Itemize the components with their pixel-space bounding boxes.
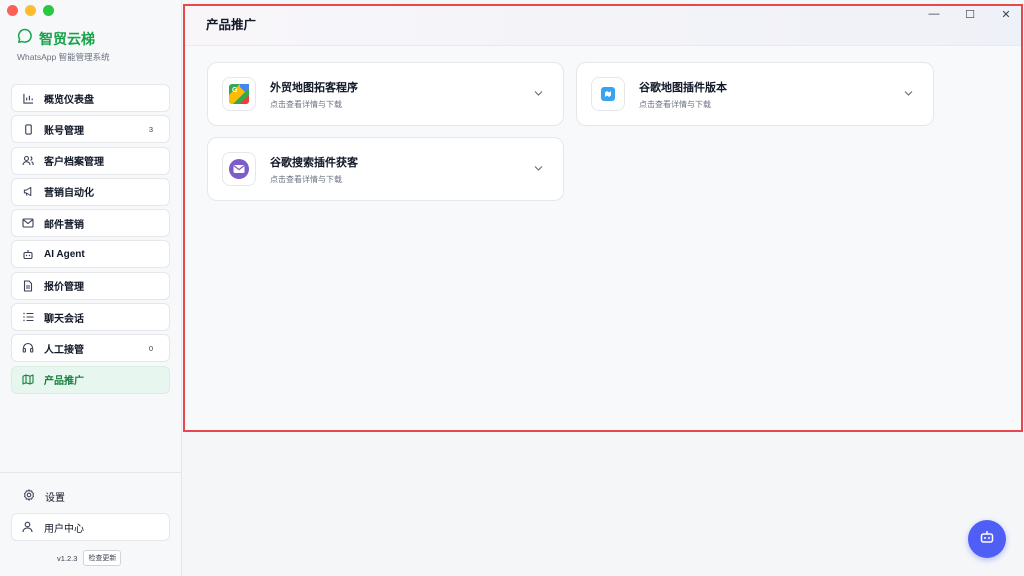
chevron-down-icon[interactable] <box>534 164 543 175</box>
card-title: 谷歌地图插件版本 <box>639 81 727 94</box>
megaphone-icon <box>22 186 34 198</box>
sidebar-item-quotes[interactable]: 报价管理 <box>11 271 170 300</box>
bot-icon <box>22 248 34 260</box>
sidebar-item-label: 报价管理 <box>44 282 84 294</box>
user-center-button[interactable]: 用户中心 <box>11 513 170 541</box>
card-description: 点击查看详情与下载 <box>270 174 342 184</box>
minimize-icon[interactable]: — <box>927 8 941 21</box>
headset-icon <box>22 342 34 354</box>
google-maps-icon: G <box>222 77 256 111</box>
settings-label: 设置 <box>45 493 65 504</box>
bot-icon <box>979 529 995 550</box>
chat-bubble-icon <box>17 28 33 49</box>
sidebar-item-label: AI Agent <box>44 248 85 260</box>
close-icon[interactable]: ✕ <box>999 8 1013 21</box>
sidebar-item-product-promotion[interactable]: 产品推广 <box>11 365 170 394</box>
sidebar-item-marketing-automation[interactable]: 营销自动化 <box>11 177 170 206</box>
sidebar-item-accounts[interactable]: 账号管理 3 <box>11 115 170 144</box>
maximize-icon[interactable]: ☐ <box>963 8 977 21</box>
sidebar-item-chat-sessions[interactable]: 聊天会话 <box>11 303 170 332</box>
ai-assistant-button[interactable] <box>968 520 1006 558</box>
sidebar-item-label: 产品推广 <box>44 376 84 388</box>
header-bar: 产品推广 — ☐ ✕ <box>185 6 1021 46</box>
sidebar-item-label: 客户档案管理 <box>44 157 104 169</box>
version-text: v1.2.3 <box>57 553 78 563</box>
sidebar-item-label: 账号管理 <box>44 125 84 137</box>
brand: 智贸云梯 <box>17 28 95 49</box>
sidebar-divider <box>0 472 182 473</box>
svg-text:G: G <box>232 87 238 94</box>
list-icon <box>22 311 34 323</box>
count-badge: 0 <box>148 343 153 353</box>
sidebar-item-dashboard[interactable]: 概览仪表盘 <box>11 84 170 112</box>
minimize-window-button[interactable] <box>25 5 36 16</box>
brand-subtitle: WhatsApp 智能管理系统 <box>17 52 110 62</box>
map-plugin-icon <box>591 77 625 111</box>
document-icon <box>22 280 34 292</box>
sidebar-nav: 概览仪表盘 账号管理 3 客户档案管理 营销自动化 邮件营销 AI Agent … <box>11 84 170 397</box>
sidebar: 智贸云梯 WhatsApp 智能管理系统 概览仪表盘 账号管理 3 客户档案管理… <box>0 0 182 576</box>
product-card-search-plugin[interactable]: 谷歌搜索插件获客 点击查看详情与下载 <box>207 137 564 201</box>
window-controls: — ☐ ✕ <box>927 8 1013 21</box>
sidebar-item-ai-agent[interactable]: AI Agent <box>11 240 170 269</box>
map-icon <box>22 374 34 386</box>
product-card-maps-plugin[interactable]: 谷歌地图插件版本 点击查看详情与下载 <box>576 62 934 126</box>
page-title: 产品推广 <box>206 18 257 32</box>
card-description: 点击查看详情与下载 <box>639 99 711 109</box>
sidebar-item-label: 聊天会话 <box>44 313 84 325</box>
zoom-window-button[interactable] <box>43 5 54 16</box>
version-row: v1.2.3 检查更新 <box>57 550 122 566</box>
sidebar-item-customers[interactable]: 客户档案管理 <box>11 146 170 175</box>
check-update-button[interactable]: 检查更新 <box>83 550 122 566</box>
sidebar-item-label: 人工接管 <box>44 344 84 356</box>
phone-icon <box>22 123 34 135</box>
settings-link[interactable]: 设置 <box>23 489 65 504</box>
count-badge: 3 <box>148 124 153 134</box>
main-area: 产品推广 — ☐ ✕ G 外贸地图拓客程序 点击查看详情与下载 谷歌地图插件版本… <box>183 0 1024 576</box>
user-center-label: 用户中心 <box>44 523 84 535</box>
sidebar-item-email-marketing[interactable]: 邮件营销 <box>11 209 170 238</box>
sidebar-item-label: 营销自动化 <box>44 188 94 200</box>
users-icon <box>22 155 34 167</box>
close-window-button[interactable] <box>7 5 18 16</box>
chevron-down-icon[interactable] <box>534 89 543 100</box>
mail-plugin-icon <box>222 152 256 186</box>
product-promotion-panel: 产品推广 — ☐ ✕ G 外贸地图拓客程序 点击查看详情与下载 谷歌地图插件版本… <box>183 4 1023 432</box>
card-description: 点击查看详情与下载 <box>270 99 342 109</box>
window-traffic-lights <box>7 5 54 16</box>
sidebar-item-human-takeover[interactable]: 人工接管 0 <box>11 334 170 363</box>
brand-title: 智贸云梯 <box>39 30 95 47</box>
card-title: 谷歌搜索插件获客 <box>270 156 358 169</box>
mail-icon <box>22 217 34 229</box>
chevron-down-icon[interactable] <box>904 89 913 100</box>
sidebar-item-label: 邮件营销 <box>44 219 84 231</box>
user-icon <box>22 521 34 533</box>
sidebar-item-label: 概览仪表盘 <box>44 94 94 106</box>
product-card-maps-prospecting[interactable]: G 外贸地图拓客程序 点击查看详情与下载 <box>207 62 564 126</box>
card-title: 外贸地图拓客程序 <box>270 81 358 94</box>
gear-icon <box>23 489 35 504</box>
bar-chart-icon <box>22 92 34 104</box>
